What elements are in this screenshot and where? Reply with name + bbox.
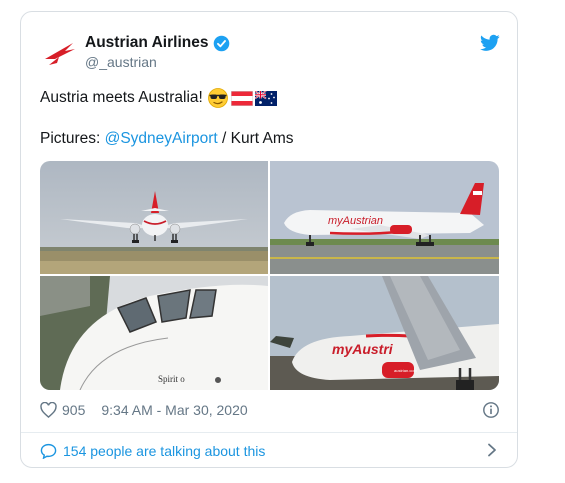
twitter-bird-icon[interactable] [480, 34, 500, 52]
austria-flag-icon [230, 90, 253, 106]
plane-landing-photo[interactable] [40, 161, 268, 274]
tweet-meta: 905 9:34 AM - Mar 30, 2020 [40, 402, 248, 418]
media-grid[interactable]: myAustrian Spirit o myAustri austrian.co… [40, 161, 499, 390]
sunglasses-emoji-icon [207, 88, 228, 108]
speech-bubble-icon [40, 443, 57, 459]
conversation-label[interactable]: 154 people are talking about this [63, 443, 265, 459]
credit-suffix: / Kurt Ams [217, 130, 294, 147]
plane-name-text: Spirit o [158, 374, 185, 384]
like-count[interactable]: 905 [62, 402, 85, 418]
heart-icon[interactable] [40, 402, 57, 418]
plane-website-text: austrian.com [394, 368, 418, 373]
mention-link[interactable]: @SydneyAirport [105, 130, 218, 147]
tweet-text: Austria meets Australia! [40, 89, 203, 106]
austrian-airlines-logo[interactable] [43, 39, 77, 67]
plane-livery-text-2: myAustri [332, 341, 394, 357]
plane-livery-text-1: myAustrian [328, 215, 383, 227]
cockpit-closeup-photo[interactable]: Spirit o [40, 276, 268, 390]
info-icon[interactable] [482, 401, 500, 419]
verified-badge-icon [214, 35, 230, 51]
account-handle[interactable]: @_austrian [85, 54, 157, 70]
account-name[interactable]: Austrian Airlines [85, 34, 208, 52]
photo-credit: Pictures: @SydneyAirport / Kurt Ams [40, 130, 294, 148]
credit-prefix: Pictures: [40, 130, 105, 147]
australia-flag-icon [254, 90, 277, 106]
tweet-card[interactable]: Austrian Airlines @_austrian Austria mee… [20, 11, 518, 468]
conversation-link[interactable]: 154 people are talking about this [40, 440, 498, 462]
divider [21, 432, 517, 433]
plane-taxiing-photo[interactable]: myAustrian [270, 161, 499, 274]
tweet-timestamp[interactable]: 9:34 AM - Mar 30, 2020 [101, 402, 247, 418]
plane-tail-closeup-photo[interactable]: myAustri austrian.com [270, 276, 499, 390]
chevron-right-icon[interactable] [486, 443, 498, 457]
